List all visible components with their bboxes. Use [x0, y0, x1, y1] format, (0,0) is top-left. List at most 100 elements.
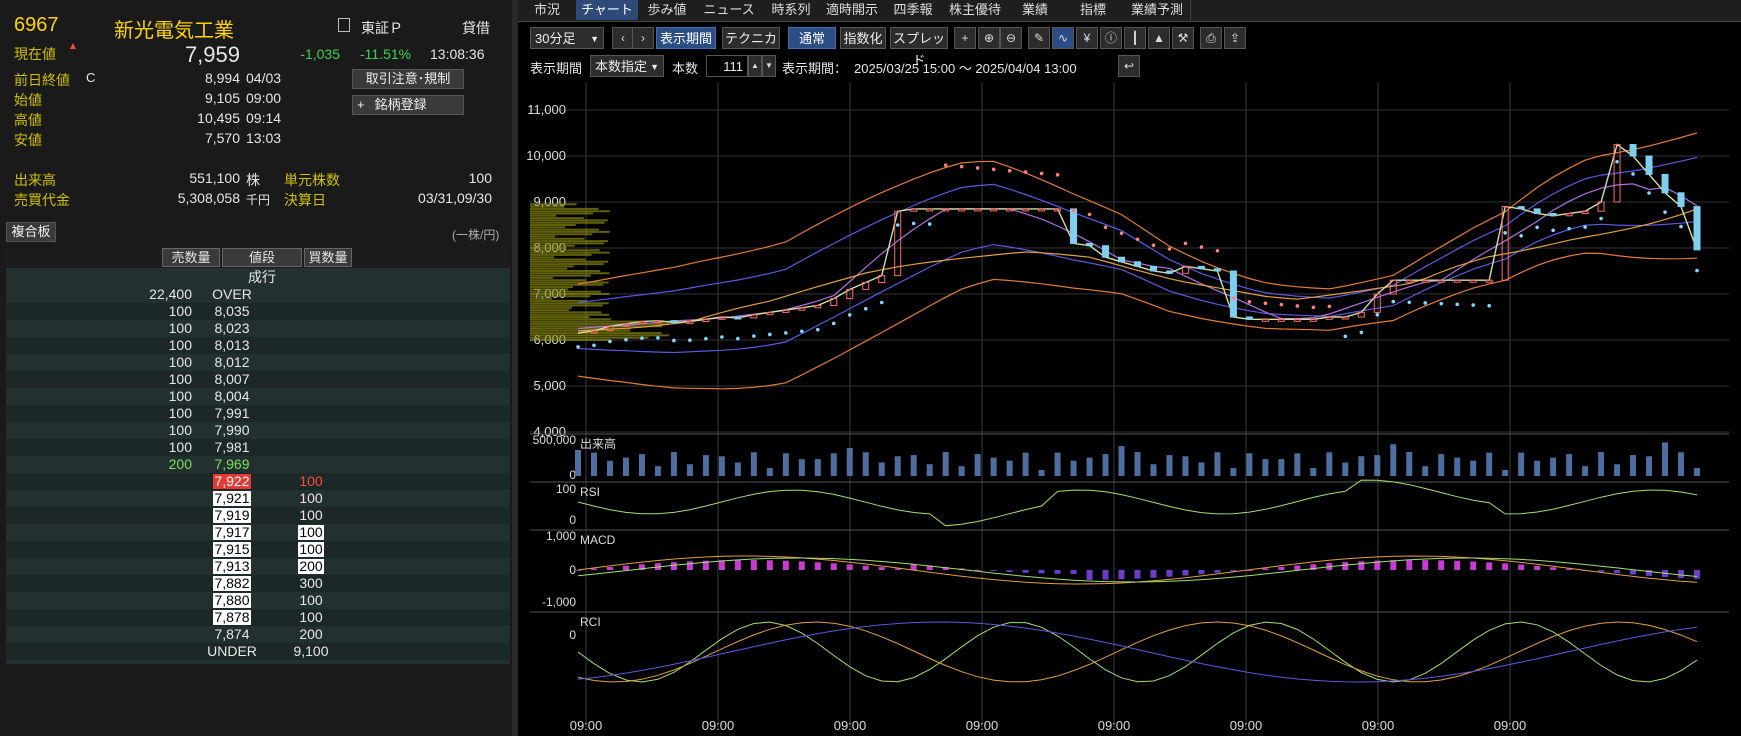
count-input[interactable]: 111 — [706, 55, 748, 77]
price-cell: 7,915 — [202, 541, 262, 558]
pencil-icon[interactable]: ✎ — [1028, 27, 1050, 49]
volume-bar — [1566, 454, 1573, 476]
wrench-icon[interactable]: ⚒ — [1172, 27, 1194, 49]
index-button[interactable]: 指数化 — [840, 27, 886, 49]
macd-bar — [1182, 570, 1189, 576]
reset-icon[interactable]: ↩ — [1118, 55, 1140, 77]
yen-icon[interactable]: ¥ — [1076, 27, 1098, 49]
register-button[interactable]: + 銘柄登録 — [352, 95, 464, 115]
wave-icon[interactable]: ∿ — [1052, 27, 1074, 49]
tab-10[interactable]: 指標 — [1062, 0, 1125, 20]
order-book-row[interactable]: 100 8,007 — [6, 371, 510, 388]
price-cell: 8,012 — [214, 354, 250, 370]
spread-button[interactable]: スプレッド — [890, 27, 948, 68]
next-arrow-icon[interactable]: › — [632, 27, 654, 49]
order-book-row[interactable]: 100 8,013 — [6, 337, 510, 354]
order-book-row[interactable]: 7,921 100 — [6, 490, 510, 507]
macd-bar — [622, 565, 629, 570]
order-book-row[interactable]: 100 7,991 — [6, 405, 510, 422]
sar-dot — [1615, 159, 1619, 164]
composite-board-tab[interactable]: 複合板 — [6, 222, 56, 242]
candle — [590, 330, 598, 334]
macd-bar — [1502, 563, 1509, 570]
sar-dot — [1167, 247, 1172, 251]
order-book-row[interactable]: 7,880 100 — [6, 592, 510, 609]
order-book-row[interactable]: 200 7,969 — [6, 456, 510, 473]
order-book-row[interactable]: 7,919 100 — [6, 507, 510, 524]
area-chart-icon[interactable]: ▲ — [1148, 27, 1170, 49]
info-icon[interactable]: ⓘ — [1100, 27, 1122, 49]
tab-6[interactable]: 適時開示 — [820, 0, 885, 20]
panel-title: 出来高 — [580, 436, 616, 451]
period-label: 表示期間 — [530, 61, 583, 76]
order-book-row[interactable]: 7,922 100 — [6, 473, 510, 490]
candle — [1309, 318, 1317, 322]
per-share-note: (一株/円) — [452, 228, 500, 242]
technical-button[interactable]: テクニカル — [722, 27, 780, 68]
order-book-row[interactable]: 7,913 200 — [6, 558, 510, 575]
trade-notice-button[interactable]: 取引注意･規制 — [352, 69, 464, 89]
macd-bar — [590, 568, 597, 570]
volume-bar — [1470, 460, 1477, 476]
sar-dot — [831, 321, 836, 326]
normal-button[interactable]: 通常 — [788, 27, 836, 49]
order-book-row[interactable]: 7,882 300 — [6, 575, 510, 592]
tab-5[interactable]: 時系列 — [762, 0, 821, 20]
crosshair-icon[interactable]: + — [954, 27, 976, 49]
candle-icon[interactable]: ┃ — [1124, 27, 1146, 49]
order-book-row[interactable]: 100 8,012 — [6, 354, 510, 371]
export-icon[interactable]: ⇪ — [1224, 27, 1246, 49]
tab-11[interactable]: 業績予測 — [1124, 0, 1191, 20]
order-book-row[interactable]: 100 7,981 — [6, 439, 510, 456]
order-book-row[interactable]: 7,874 200 — [6, 626, 510, 643]
price-chart[interactable]: 11,00010,0009,0008,0007,0006,0005,0004,0… — [518, 82, 1741, 736]
macd-tick-label: -1,000 — [542, 595, 576, 609]
tab-1[interactable]: 市況 — [518, 0, 577, 20]
volume-bar — [718, 456, 725, 476]
tab-4[interactable]: ニュース — [696, 0, 763, 20]
candle — [1549, 213, 1557, 217]
order-book-row[interactable]: 7,915 100 — [6, 541, 510, 558]
candle — [1277, 318, 1285, 322]
count-up-icon[interactable]: ▲ — [748, 55, 762, 77]
document-icon[interactable] — [338, 18, 350, 32]
tab-2[interactable]: チャート — [576, 0, 639, 20]
sar-dot — [1599, 216, 1603, 221]
order-book-row[interactable]: 22,400 OVER — [6, 286, 510, 303]
time-tick-label: 09:00 — [1098, 718, 1131, 733]
tab-3[interactable]: 歩み値 — [638, 0, 697, 20]
macd-bar — [1518, 564, 1525, 570]
zoom-in-icon[interactable]: ⊕ — [978, 27, 1000, 49]
buy-value: 100 — [298, 541, 324, 557]
order-book-row[interactable]: 100 7,990 — [6, 422, 510, 439]
macd-bar — [894, 568, 901, 570]
high-time: 09:14 — [246, 110, 282, 126]
tab-9[interactable]: 業績 — [1008, 0, 1063, 20]
price-cell: 7,874 — [214, 626, 250, 642]
order-book-row[interactable]: 7,878 100 — [6, 609, 510, 626]
order-book-row[interactable]: 100 8,004 — [6, 388, 510, 405]
interval-select[interactable]: 30分足 ▼ — [530, 27, 604, 49]
candle — [1565, 213, 1573, 217]
tab-8[interactable]: 株主優待 — [942, 0, 1009, 20]
order-book-row[interactable]: 7,917 100 — [6, 524, 510, 541]
quote-time: 13:08:36 — [430, 46, 485, 62]
macd-bar — [1150, 570, 1157, 578]
volume-unit: 株 — [246, 172, 260, 188]
sar-dot — [1487, 303, 1491, 308]
prev-arrow-icon[interactable]: ‹ — [612, 27, 634, 49]
period-button[interactable]: 表示期間 — [656, 27, 716, 49]
order-book-row[interactable]: 100 8,023 — [6, 320, 510, 337]
tab-7[interactable]: 四季報 — [884, 0, 943, 20]
buy-qty: 200 — [272, 558, 350, 575]
macd-bar — [766, 560, 773, 570]
up-arrow-icon: ▲ — [68, 41, 78, 52]
period-mode-select[interactable]: 本数指定 ▼ — [590, 55, 664, 77]
zoom-out-icon[interactable]: ⊖ — [1000, 27, 1022, 49]
count-down-icon[interactable]: ▼ — [762, 55, 776, 77]
lower-band-outer — [577, 252, 1698, 390]
print-icon[interactable]: ⎙ — [1200, 27, 1222, 49]
settle-value: 03/31,09/30 — [418, 190, 492, 206]
order-book-row[interactable]: 100 8,035 — [6, 303, 510, 320]
order-book-row[interactable]: UNDER 9,100 — [6, 643, 510, 660]
